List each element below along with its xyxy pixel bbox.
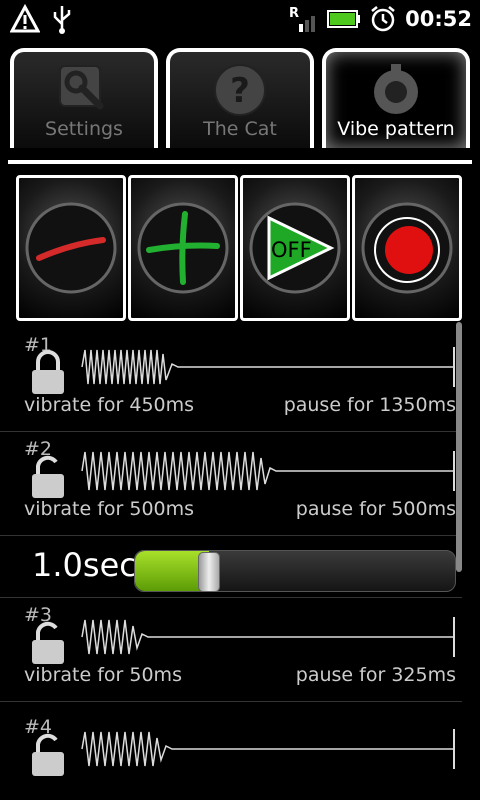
pause-duration: pause for 500ms bbox=[295, 498, 456, 520]
pattern-row[interactable]: #3 vibrate for 50ms pause for 325ms bbox=[0, 598, 462, 702]
roaming-label: R bbox=[289, 6, 299, 21]
wave-graph[interactable] bbox=[80, 612, 460, 662]
question-icon: ? bbox=[214, 64, 266, 116]
duration-slider[interactable] bbox=[134, 550, 456, 592]
duration-slider-row: 1.0sec bbox=[0, 536, 462, 598]
status-clock: 00:52 bbox=[405, 7, 472, 31]
minus-icon bbox=[25, 202, 117, 294]
tab-divider bbox=[8, 160, 472, 164]
vibrate-duration: vibrate for 50ms bbox=[24, 664, 182, 686]
tab-bar: Settings ? The Cat Vibe pattern bbox=[0, 44, 480, 150]
pattern-row[interactable]: #1 vibrate for 450ms pause for 1350ms bbox=[0, 328, 462, 432]
pattern-row[interactable]: #4 bbox=[0, 710, 462, 800]
tab-settings-label: Settings bbox=[45, 118, 123, 140]
play-state-label: OFF bbox=[271, 238, 312, 262]
tab-vibe-pattern[interactable]: Vibe pattern bbox=[322, 48, 470, 148]
warning-icon bbox=[10, 4, 40, 33]
pause-duration: pause for 1350ms bbox=[283, 394, 456, 416]
unlock-icon[interactable] bbox=[30, 454, 66, 498]
pattern-list[interactable]: #1 vibrate for 450ms pause for 1350ms #2… bbox=[0, 328, 462, 800]
wave-graph[interactable] bbox=[80, 724, 460, 774]
alarm-icon bbox=[371, 6, 395, 32]
svg-text:?: ? bbox=[230, 71, 250, 111]
wave-graph[interactable] bbox=[80, 342, 460, 392]
tab-vibe-pattern-label: Vibe pattern bbox=[337, 118, 455, 140]
battery-icon bbox=[327, 10, 361, 28]
unlock-icon[interactable] bbox=[30, 732, 66, 776]
wave-graph[interactable] bbox=[80, 446, 460, 496]
wrench-icon bbox=[59, 65, 104, 110]
unlock-icon[interactable] bbox=[30, 620, 66, 664]
status-bar: R 00:52 bbox=[0, 0, 480, 38]
plus-icon bbox=[137, 202, 229, 294]
pause-duration: pause for 325ms bbox=[295, 664, 456, 686]
vibrate-duration: vibrate for 450ms bbox=[24, 394, 195, 416]
record-button[interactable] bbox=[352, 175, 462, 321]
list-scrollbar[interactable] bbox=[456, 322, 462, 572]
signal-icon: R bbox=[289, 6, 316, 32]
slider-thumb[interactable] bbox=[197, 552, 220, 592]
play-icon: OFF bbox=[249, 202, 341, 294]
record-icon bbox=[361, 202, 453, 294]
duration-value: 1.0sec bbox=[32, 546, 137, 584]
lock-icon[interactable] bbox=[30, 350, 66, 394]
pattern-row[interactable]: #2 vibrate for 500ms pause for 500ms bbox=[0, 432, 462, 536]
control-toolbar: OFF bbox=[16, 175, 464, 323]
add-step-button[interactable] bbox=[128, 175, 238, 321]
play-toggle-button[interactable]: OFF bbox=[240, 175, 350, 321]
tab-the-cat[interactable]: ? The Cat bbox=[166, 48, 314, 148]
tab-settings[interactable]: Settings bbox=[10, 48, 158, 148]
tab-the-cat-label: The Cat bbox=[203, 118, 277, 140]
gear-icon bbox=[374, 64, 418, 114]
vibrate-duration: vibrate for 500ms bbox=[24, 498, 195, 520]
remove-step-button[interactable] bbox=[16, 175, 126, 321]
usb-icon bbox=[53, 6, 71, 34]
